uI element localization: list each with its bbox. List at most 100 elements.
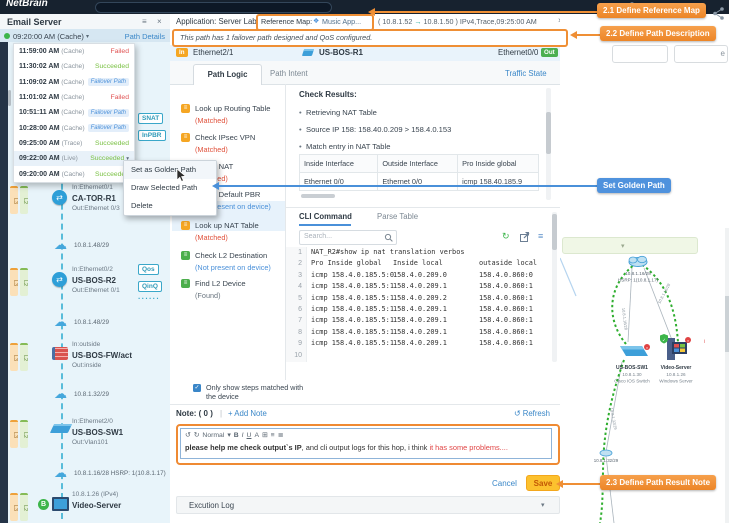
toolbar-↺-icon[interactable]: ↺ <box>185 432 191 439</box>
node-name[interactable]: US-BOS-FW/act <box>72 351 132 360</box>
traffic-state-link[interactable]: Traffic State <box>505 69 547 78</box>
menu-item-draw-selected-path[interactable]: Draw Selected Path <box>124 179 216 197</box>
cloud-icon[interactable]: ☁ <box>54 240 67 250</box>
cloud-icon[interactable]: ☁ <box>54 468 67 478</box>
note-editor[interactable]: ↺↻Normal▾ BIUA⊞≡≣ please help me check ou… <box>180 428 552 459</box>
router-icon[interactable]: ⇄ <box>52 190 67 205</box>
history-item[interactable]: 11:59:00 AM(Cache)Failed <box>14 44 134 59</box>
l2-tab[interactable]: L2 <box>20 493 28 521</box>
step-label[interactable]: Look up NAT Table <box>195 221 259 230</box>
chevron-down-icon[interactable]: ▾ <box>541 501 545 509</box>
firewall-icon[interactable] <box>52 347 68 360</box>
chevron-down-icon[interactable]: ▾ <box>86 33 89 40</box>
step-label[interactable]: Look up Routing Table <box>195 104 270 113</box>
l2-tab[interactable]: L2 <box>20 268 28 296</box>
global-search-input[interactable] <box>95 2 332 13</box>
l3-tab[interactable]: L3 <box>10 343 18 371</box>
l3-tab[interactable]: L3 <box>10 493 18 521</box>
results-scrollbar-thumb[interactable] <box>546 112 551 154</box>
toolbar-≡-icon[interactable]: ≡ <box>271 432 275 439</box>
switch-icon[interactable] <box>50 424 72 433</box>
toolbar-≣-icon[interactable]: ≣ <box>278 432 284 439</box>
toolbar-u-icon[interactable]: U <box>247 432 252 439</box>
execution-log-bar[interactable]: Excution Log ▾ <box>176 496 560 514</box>
history-item[interactable]: 09:25:00 AM(Trace)Succeeded <box>14 136 134 151</box>
map-canvas[interactable]: ▾ 10.8.1.16/28 10.8.1.16/28 10.8.1.32/29… <box>560 14 729 523</box>
share-icon[interactable] <box>712 6 726 21</box>
reference-map-value[interactable]: Music App... <box>322 17 361 26</box>
node-name[interactable]: Video-Server <box>72 501 121 510</box>
map-switch-icon[interactable]: × <box>620 344 650 356</box>
l3-tab[interactable]: L3 <box>10 186 18 214</box>
menu-item-set-golden-path[interactable]: Set as Golden Path <box>124 161 216 179</box>
current-path-time[interactable]: 09:20:00 AM (Cache) <box>13 32 84 41</box>
history-item[interactable]: 10:51:11 AM(Cache)Failover Path <box>14 105 134 120</box>
current-path-time-row[interactable]: 09:20:00 AM (Cache) ▾ Path Details <box>0 29 170 42</box>
table-hscrollbar[interactable] <box>301 194 335 198</box>
cli-search-input[interactable]: Search... <box>299 230 397 245</box>
hidden-button[interactable]: e <box>674 45 728 63</box>
toolbar-i-icon[interactable]: I <box>242 432 244 439</box>
l2-tab[interactable]: L2 <box>20 343 28 371</box>
tab-path-intent[interactable]: Path Intent <box>270 69 308 78</box>
cancel-button[interactable]: Cancel <box>492 479 517 488</box>
server-icon[interactable] <box>52 497 69 511</box>
toolbar-↻-icon[interactable]: ↻ <box>194 432 200 439</box>
toolbar-format-icon[interactable]: Normal <box>202 432 224 439</box>
snat-badge[interactable]: SNAT <box>138 113 163 124</box>
refresh-note-link[interactable]: ↺ Refresh <box>514 409 550 418</box>
l2-tab[interactable]: L2 <box>20 420 28 448</box>
export-icon[interactable] <box>520 232 530 242</box>
save-button[interactable]: Save <box>526 475 560 491</box>
hidden-button[interactable] <box>612 45 668 63</box>
toolbar-▾-icon[interactable]: ▾ <box>227 432 230 439</box>
map-cloud2-icon[interactable] <box>600 450 612 456</box>
qos-badge[interactable]: Qos <box>138 264 159 275</box>
cloud-icon[interactable]: ☁ <box>54 389 67 399</box>
history-item[interactable]: 11:09:02 AM(Cache)Failover Path <box>14 75 134 90</box>
history-item[interactable]: 09:20:00 AM(Cache)Succeeded <box>14 166 134 181</box>
tab-path-logic[interactable]: Path Logic <box>193 64 262 85</box>
map-scrollbar-thumb[interactable] <box>725 296 729 352</box>
tab-cli-command[interactable]: CLI Command <box>299 212 352 221</box>
node-name[interactable]: US-BOS-SW1 <box>72 428 123 437</box>
table-row[interactable]: Ethernet 0/0Ethernet 0/0icmp 158.40.185.… <box>300 173 539 191</box>
step-label[interactable]: Find L2 Device <box>195 279 246 288</box>
hop-device-name[interactable]: US-BOS-R1 <box>319 48 363 57</box>
history-item[interactable]: 10:28:00 AM(Cache)Failover Path <box>14 120 134 135</box>
history-item[interactable]: 11:01:02 AM(Cache)Failed <box>14 90 134 105</box>
cli-scrollbar-thumb[interactable] <box>552 214 557 250</box>
step-label[interactable]: Check IPsec VPN <box>195 133 255 142</box>
router-icon[interactable]: ⇄ <box>52 272 67 287</box>
step-label[interactable]: Check L2 Destination <box>195 251 267 260</box>
add-note-link[interactable]: + Add Note <box>228 409 267 418</box>
toolbar-a-icon[interactable]: A <box>254 432 259 439</box>
node-name[interactable]: CA-TOR-R1 <box>72 194 116 203</box>
l2-tab[interactable]: L2 <box>20 186 28 214</box>
map-server-icon[interactable]: ✓ × <box>660 334 691 360</box>
path-description-box[interactable]: This path has 1 failover path designed a… <box>172 29 568 47</box>
menu-icon[interactable]: ≡ <box>538 231 543 241</box>
more-dots[interactable]: ······ <box>138 294 160 303</box>
path-details-link[interactable]: Path Details <box>125 32 165 41</box>
history-item[interactable]: 09:22:00 AM(Live)Succeeded▾ <box>14 151 134 166</box>
checkbox-checked-icon[interactable]: ✓ <box>193 384 201 392</box>
l3-tab[interactable]: L3 <box>10 420 18 448</box>
l3-tab[interactable]: L3 <box>10 268 18 296</box>
refresh-cli-icon[interactable]: ↻ <box>502 231 510 242</box>
map-cloud-icon[interactable] <box>629 256 647 266</box>
map-scrollbar[interactable] <box>725 228 729 523</box>
toolbar-b-icon[interactable]: B <box>234 432 239 439</box>
cloud-icon[interactable]: ☁ <box>54 317 67 327</box>
menu-item-delete[interactable]: Delete <box>124 197 216 215</box>
left-scrollbar-thumb[interactable] <box>8 90 11 106</box>
inpbr-badge[interactable]: InPBR <box>138 130 166 141</box>
panel-menu-icon[interactable]: ≡ <box>142 17 147 26</box>
qos-badge[interactable]: QinQ <box>138 281 162 292</box>
toolbar-⊞-icon[interactable]: ⊞ <box>262 432 268 439</box>
tab-parse-table[interactable]: Parse Table <box>377 212 418 221</box>
panel-close-icon[interactable]: × <box>157 17 162 26</box>
note-text[interactable]: please help me check output`s IP, and cl… <box>185 443 508 452</box>
node-name[interactable]: US-BOS-R2 <box>72 276 116 285</box>
history-item[interactable]: 11:30:02 AM(Cache)Succeeded <box>14 59 134 74</box>
